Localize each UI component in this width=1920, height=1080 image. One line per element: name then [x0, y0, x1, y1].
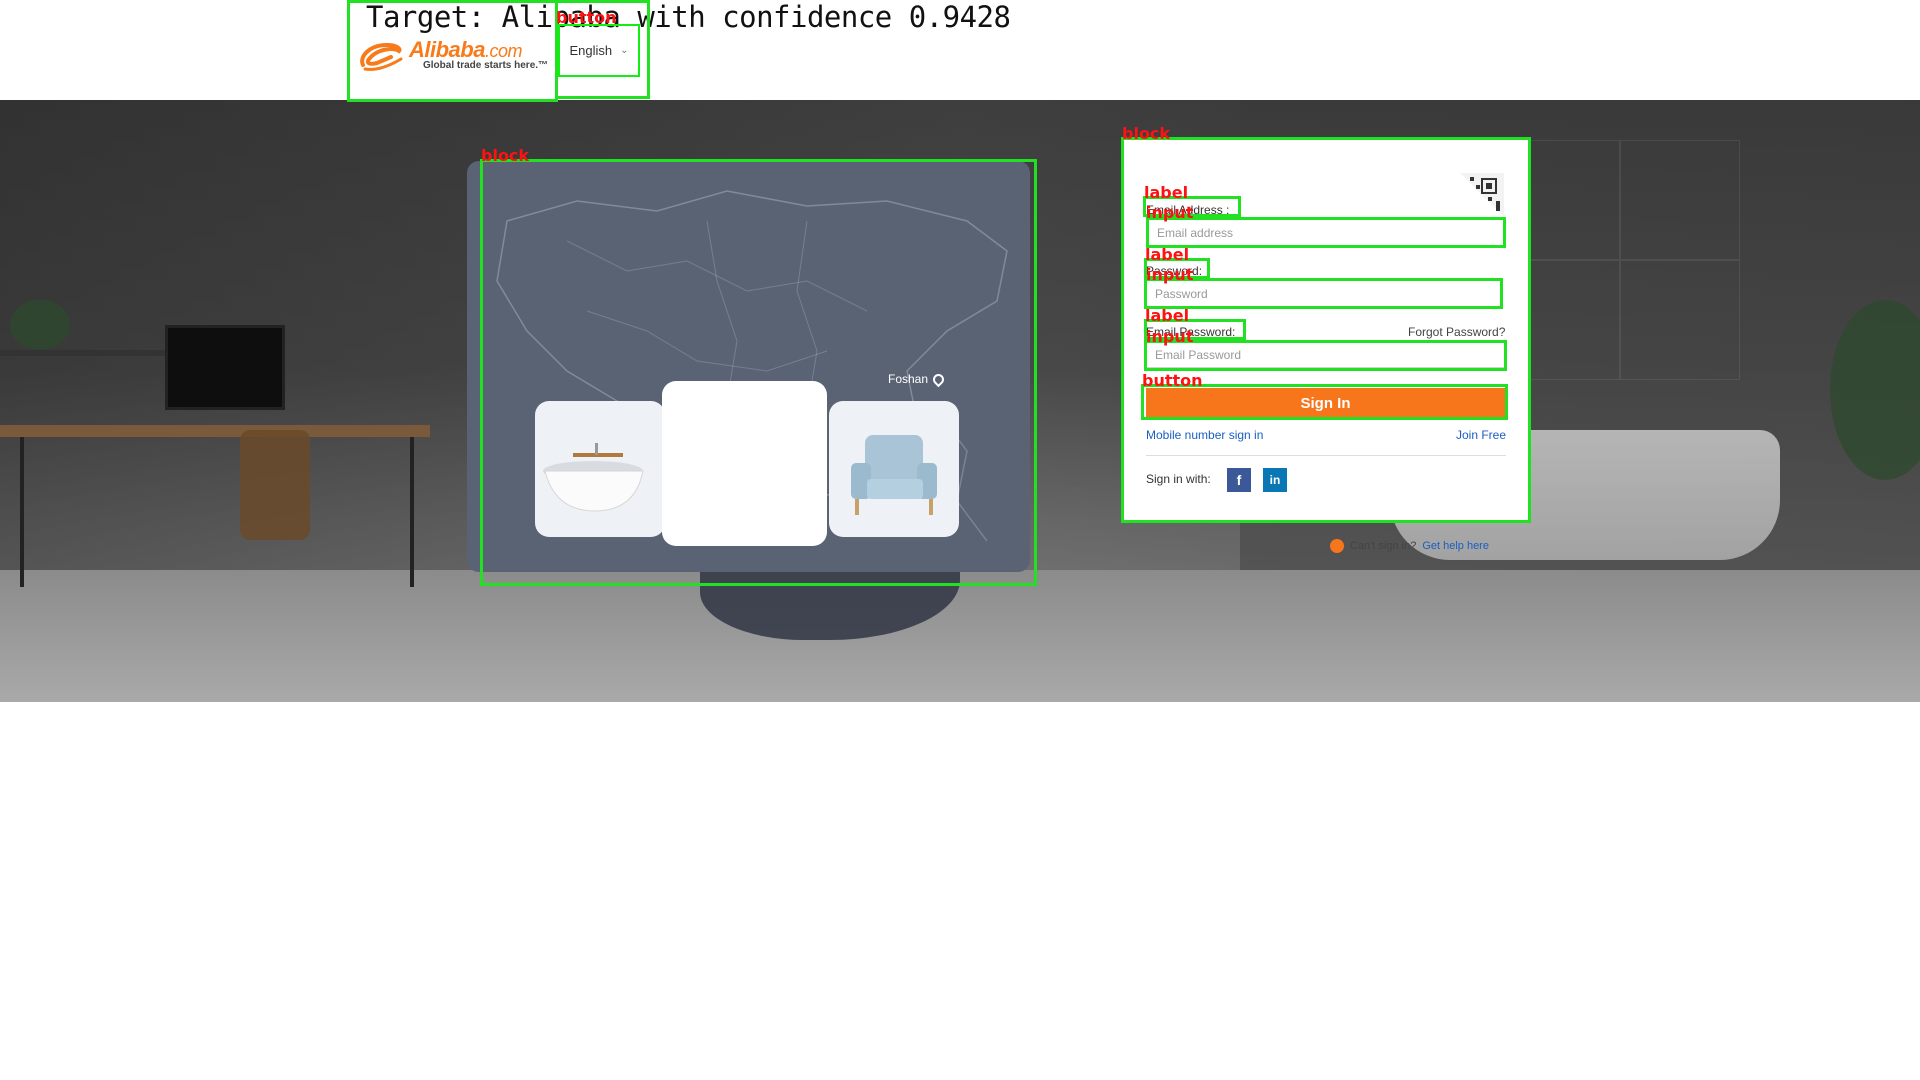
armchair-image — [851, 435, 937, 515]
sign-in-with-label: Sign in with: — [1146, 472, 1211, 486]
background-chair — [240, 430, 310, 540]
world-map-card: Foshan — [467, 161, 1030, 572]
desk-leg — [20, 437, 24, 587]
annotation-label: input — [1146, 327, 1194, 346]
product-card-featured[interactable] — [662, 381, 827, 546]
annotation-label: label — [1145, 306, 1190, 325]
mobile-signin-link[interactable]: Mobile number sign in — [1146, 428, 1263, 442]
map-pin-icon — [930, 371, 947, 387]
annotation-box — [558, 24, 640, 77]
linkedin-icon[interactable]: in — [1263, 468, 1287, 492]
join-free-link[interactable]: Join Free — [1456, 428, 1506, 442]
alibaba-logo[interactable]: Alibaba.com Global trade starts here.™ — [357, 37, 552, 77]
annotation-label: block — [1122, 124, 1171, 143]
background-floor — [0, 570, 1920, 702]
sign-in-button[interactable]: Sign In — [1146, 388, 1505, 418]
annotation-label: input — [1146, 203, 1194, 222]
cant-sign-in-text: Can't sign in? — [1350, 540, 1417, 552]
bathtub-image — [543, 443, 644, 512]
email-password-input[interactable]: Email Password — [1146, 341, 1505, 368]
forgot-password-link[interactable]: Forgot Password? — [1408, 325, 1505, 339]
background-desk — [0, 425, 430, 437]
product-card-armchair[interactable] — [829, 401, 959, 537]
logo-tagline: Global trade starts here.™ — [423, 60, 549, 71]
form-divider — [1146, 455, 1506, 456]
annotation-label: label — [1145, 245, 1190, 264]
qr-code-icon[interactable] — [1460, 173, 1504, 217]
product-card-bathtub[interactable] — [535, 401, 665, 537]
wall-tile — [1620, 140, 1740, 260]
page-root: Alibaba.com Global trade starts here.™ E… — [0, 0, 1920, 1080]
email-input[interactable]: Email address — [1148, 219, 1504, 246]
map-location-label: Foshan — [888, 371, 947, 387]
background-monitor — [165, 325, 285, 410]
wall-tile — [1620, 260, 1740, 380]
detection-target-text: Target: Alibaba with confidence 0.9428 — [366, 0, 1011, 34]
annotation-label: button — [556, 8, 617, 27]
support-avatar-icon — [1330, 539, 1344, 553]
annotation-label: button — [1142, 371, 1203, 390]
facebook-icon[interactable]: f — [1227, 468, 1251, 492]
desk-leg — [410, 437, 414, 587]
background-plant — [10, 300, 70, 350]
help-row: Can't sign in? Get help here — [1330, 539, 1489, 553]
location-name: Foshan — [888, 372, 929, 386]
annotation-label: input — [1146, 265, 1194, 284]
alibaba-logo-icon — [360, 42, 403, 71]
annotation-label: label — [1144, 183, 1189, 202]
password-input[interactable]: Password — [1146, 280, 1501, 307]
annotation-label: block — [481, 146, 530, 165]
get-help-link[interactable]: Get help here — [1422, 540, 1489, 552]
